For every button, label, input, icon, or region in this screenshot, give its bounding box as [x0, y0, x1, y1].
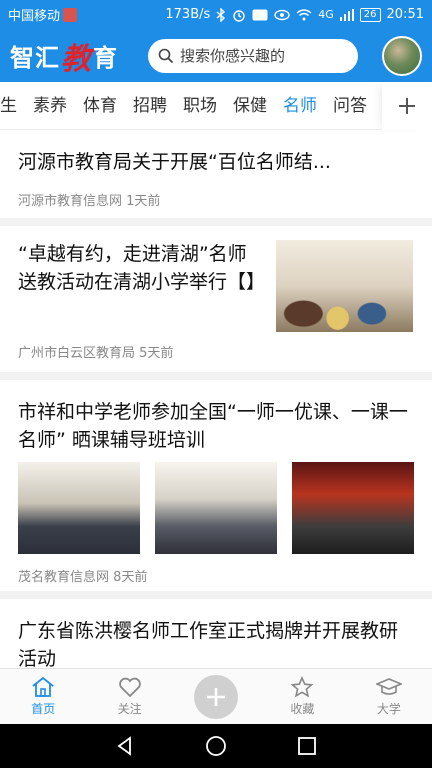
sim-icon — [63, 7, 78, 22]
article-image — [292, 462, 414, 554]
news-feed: 河源市教育局关于开展“百位名师结... 河源市教育信息网 1天前 “卓越有约，走… — [0, 130, 432, 668]
logo-part2: 育 — [93, 44, 118, 72]
search-placeholder: 搜索你感兴趣的 — [180, 47, 286, 65]
article-source: 河源市教育信息网 — [18, 194, 123, 209]
nav-favorites-label: 收藏 — [290, 702, 315, 716]
logo-accent: 教 — [61, 41, 92, 77]
article-item[interactable]: “卓越有约，走进清湖”名师送教活动在清湖小学举行【】 广州市白云区教育局 5天前 — [0, 226, 432, 380]
article-source: 广州市白云区教育局 — [18, 346, 136, 361]
alarm-icon — [233, 9, 245, 22]
logo-part1: 智汇 — [10, 44, 60, 72]
bottom-nav: 首页 关注 收藏 大学 — [0, 668, 432, 724]
home-icon — [32, 676, 54, 697]
carrier-name: 中国移动 — [8, 9, 61, 24]
category-tabs: 生素养 体育 招聘 职场 保健 名师 问答 — [0, 81, 432, 130]
battery-level: 26 — [359, 7, 381, 22]
tab-item[interactable]: 问答 — [325, 82, 375, 130]
heart-icon — [118, 677, 141, 698]
article-item[interactable]: 市祥和中学老师参加全国“一师一优课、一课一名师” 晒课辅导班培训 茂名教育信息网… — [0, 380, 432, 599]
article-title: “卓越有约，走进清湖”名师送教活动在清湖小学举行【】 — [18, 243, 266, 293]
bluetooth-icon — [216, 7, 226, 22]
article-thumbnail — [276, 240, 413, 332]
hd-icon — [252, 9, 268, 20]
tab-item[interactable]: 招聘 — [125, 82, 175, 130]
wifi-icon — [296, 8, 312, 20]
search-bar[interactable]: 搜索你感兴趣的 — [148, 38, 358, 73]
article-title: 广东省陈洪樱名师工作室正式揭牌并开展教研活动 — [18, 620, 399, 668]
article-title: 河源市教育局关于开展“百位名师结... — [18, 151, 331, 173]
publish-button[interactable] — [194, 674, 239, 719]
tab-item[interactable]: 生 — [0, 82, 25, 130]
network-speed: 173B/s — [165, 7, 211, 22]
nav-home-label: 首页 — [31, 702, 56, 716]
tab-item[interactable]: 体育 — [75, 82, 125, 130]
clock: 20:51 — [386, 7, 424, 22]
eye-icon — [274, 9, 290, 20]
nav-publish[interactable] — [173, 669, 259, 724]
article-time: 5天前 — [139, 346, 174, 361]
nav-follow-label: 关注 — [117, 702, 142, 716]
article-source: 茂名教育信息网 — [18, 570, 110, 585]
app-header: 智汇 教 育 搜索你感兴趣的 — [0, 29, 432, 82]
tab-item[interactable]: 名师 — [275, 82, 325, 130]
carrier: 中国移动 — [8, 5, 78, 24]
add-category-button[interactable] — [382, 81, 432, 130]
tab-strip: 生素养 体育 招聘 职场 保健 名师 问答 — [0, 82, 375, 129]
signal-icon — [339, 8, 354, 21]
graduation-cap-icon — [375, 678, 402, 695]
article-time: 1天前 — [126, 194, 161, 209]
article-meta: 广州市白云区教育局 5天前 — [18, 342, 414, 361]
article-title: 市祥和中学老师参加全国“一师一优课、一课一名师” 晒课辅导班培训 — [18, 401, 408, 451]
article-item[interactable]: 广东省陈洪樱名师工作室正式揭牌并开展教研活动 — [0, 599, 432, 668]
nav-university[interactable]: 大学 — [346, 669, 432, 724]
status-bar: 中国移动 173B/s 4G 26 20:51 — [0, 0, 432, 29]
plus-icon — [207, 687, 226, 706]
nav-university-label: 大学 — [376, 702, 401, 716]
plus-icon — [399, 97, 415, 114]
signal-text: 4G — [318, 8, 334, 21]
article-image — [18, 462, 140, 554]
nav-home[interactable]: 首页 — [0, 669, 86, 724]
avatar[interactable] — [382, 35, 422, 76]
article-time: 8天前 — [113, 570, 148, 585]
back-icon[interactable] — [115, 736, 135, 756]
search-icon — [158, 48, 174, 63]
article-meta: 河源市教育信息网 1天前 — [18, 190, 414, 209]
tab-item[interactable]: 职场 — [175, 82, 225, 130]
tab-item[interactable]: 保健 — [225, 82, 275, 130]
article-item[interactable]: 河源市教育局关于开展“百位名师结... 河源市教育信息网 1天前 — [0, 130, 432, 226]
star-icon — [290, 676, 314, 698]
tab-item[interactable]: 素养 — [25, 82, 75, 130]
nav-follow[interactable]: 关注 — [86, 669, 172, 724]
article-image — [155, 462, 277, 554]
article-image-row — [18, 462, 414, 554]
nav-favorites[interactable]: 收藏 — [259, 669, 345, 724]
recents-icon[interactable] — [297, 736, 317, 756]
system-nav-bar — [0, 724, 432, 768]
app-logo: 智汇 教 育 — [10, 34, 118, 78]
article-meta: 茂名教育信息网 8天前 — [18, 566, 414, 585]
home-button-icon[interactable] — [205, 735, 227, 757]
